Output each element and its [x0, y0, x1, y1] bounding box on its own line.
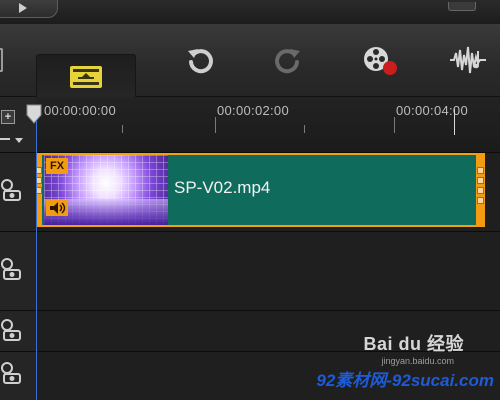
playhead-line — [36, 120, 37, 400]
ruler-cursor — [454, 109, 455, 135]
timeline-view-icon — [70, 66, 102, 88]
camera-link-icon — [1, 179, 21, 201]
watermark: Bai du 经验 jingyan.baidu.com 92素材网-92suca… — [284, 328, 494, 398]
ruler-tick — [215, 117, 216, 133]
camera-link-icon — [1, 258, 21, 280]
ruler-timecode: 00:00:00:00 — [44, 103, 116, 118]
timeline-view-button[interactable] — [36, 54, 136, 100]
storyboard-view-button[interactable] — [0, 24, 6, 96]
top-strip — [0, 0, 500, 25]
audio-wave-icon — [450, 46, 486, 74]
redo-icon — [275, 49, 300, 74]
window-control[interactable] — [448, 2, 476, 11]
track-header-voice[interactable] — [0, 352, 37, 400]
zoom-dropdown-icon[interactable] — [15, 138, 23, 143]
camera-link-icon — [1, 362, 21, 384]
handle-grip — [477, 187, 484, 194]
clip-trim-handle-right[interactable] — [476, 153, 485, 227]
speaker-icon — [50, 202, 66, 214]
track-header-video[interactable] — [0, 153, 37, 232]
playhead-handle-icon[interactable] — [25, 103, 43, 125]
audio-badge — [46, 200, 68, 216]
zoom-out-button[interactable] — [0, 138, 10, 140]
time-ruler[interactable]: 00:00:00:00 00:00:02:00 00:00:04:00 — [36, 97, 500, 152]
track-header-overlay[interactable] — [0, 232, 37, 311]
zoom-in-button[interactable]: + — [1, 110, 15, 124]
ruler-timecode: 00:00:04:00 — [396, 103, 468, 118]
timeline-toolbar — [0, 24, 500, 100]
undo-button[interactable] — [170, 24, 230, 96]
video-clip[interactable]: FX SP-V02.mp4 — [36, 153, 485, 227]
ruler-tick — [122, 125, 123, 133]
auto-music-button[interactable] — [436, 24, 500, 96]
handle-grip — [477, 197, 484, 204]
ruler-tick — [304, 125, 305, 133]
ruler-tick — [394, 117, 395, 133]
play-button[interactable] — [0, 0, 58, 18]
video-editor-timeline: + 00:00:00:00 00:00:02:00 00:00:04:00 FX… — [0, 0, 500, 400]
fx-badge: FX — [46, 158, 68, 174]
record-capture-button[interactable] — [350, 24, 410, 96]
watermark-url: jingyan.baidu.com — [381, 356, 454, 366]
clip-filename: SP-V02.mp4 — [174, 178, 271, 197]
play-icon — [19, 3, 27, 13]
film-reel-record-icon — [364, 47, 397, 75]
camera-link-icon — [1, 319, 21, 341]
handle-grip — [477, 177, 484, 184]
site-watermark: 92素材网-92sucai.com — [316, 371, 494, 390]
handle-grip — [477, 167, 484, 174]
baidu-jingyan-watermark: Bai du 经验 — [363, 334, 464, 354]
storyboard-view-icon — [0, 48, 3, 72]
undo-icon — [188, 49, 213, 74]
overlay-track[interactable] — [37, 232, 500, 311]
ruler-timecode: 00:00:02:00 — [217, 103, 289, 118]
timeline-ruler-row: + 00:00:00:00 00:00:02:00 00:00:04:00 — [0, 97, 500, 153]
redo-button[interactable] — [258, 24, 318, 96]
track-header-title[interactable] — [0, 311, 37, 352]
